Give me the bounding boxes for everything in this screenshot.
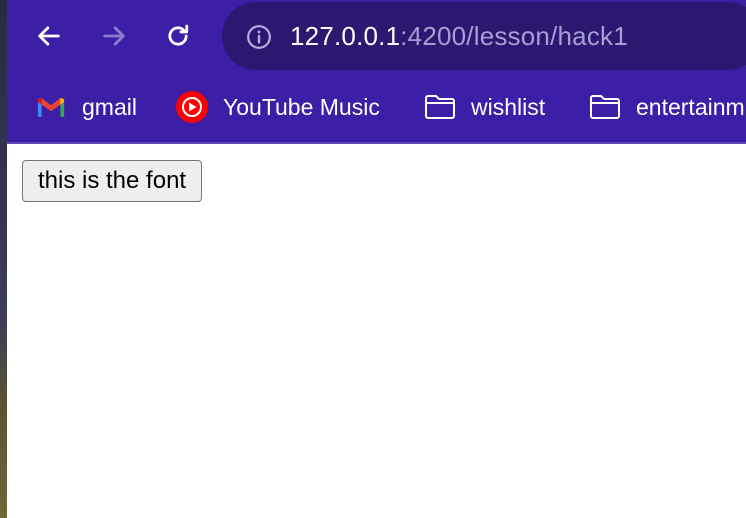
- bookmarks-bar: gmail YouTube Music wishlist entertainm: [7, 72, 746, 144]
- bookmark-youtube-music[interactable]: YouTube Music: [176, 91, 380, 123]
- reload-button[interactable]: [158, 16, 198, 56]
- bookmark-label: gmail: [82, 93, 137, 120]
- back-arrow-icon: [38, 26, 60, 46]
- bookmark-label: wishlist: [471, 93, 546, 120]
- reload-icon: [168, 24, 189, 46]
- font-demo-button[interactable]: this is the font: [22, 160, 203, 202]
- url-path: :4200/lesson/hack1: [400, 21, 628, 51]
- bookmark-gmail[interactable]: gmail: [35, 91, 137, 123]
- url-host: 127.0.0.1: [290, 21, 401, 51]
- gmail-icon: [35, 91, 67, 123]
- forward-arrow-icon: [103, 26, 125, 46]
- address-bar[interactable]: 127.0.0.1:4200/lesson/hack1: [222, 2, 746, 70]
- folder-icon: [589, 91, 621, 123]
- youtube-music-icon: [176, 91, 208, 123]
- bookmark-folder-entertainment[interactable]: entertainm: [589, 91, 745, 123]
- folder-icon: [424, 91, 456, 123]
- bookmark-label: entertainm: [636, 93, 745, 120]
- forward-button[interactable]: [94, 16, 134, 56]
- bookmark-label: YouTube Music: [223, 93, 380, 120]
- info-icon[interactable]: [246, 24, 272, 50]
- page-content: this is the font: [7, 144, 746, 518]
- browser-window: 127.0.0.1:4200/lesson/hack1 gmail YouTub…: [7, 0, 746, 518]
- url-text[interactable]: 127.0.0.1:4200/lesson/hack1: [290, 21, 628, 52]
- bookmark-folder-wishlist[interactable]: wishlist: [424, 91, 545, 123]
- browser-toolbar: 127.0.0.1:4200/lesson/hack1: [7, 0, 746, 72]
- desktop-background-edge: [0, 0, 7, 518]
- back-button[interactable]: [29, 16, 69, 56]
